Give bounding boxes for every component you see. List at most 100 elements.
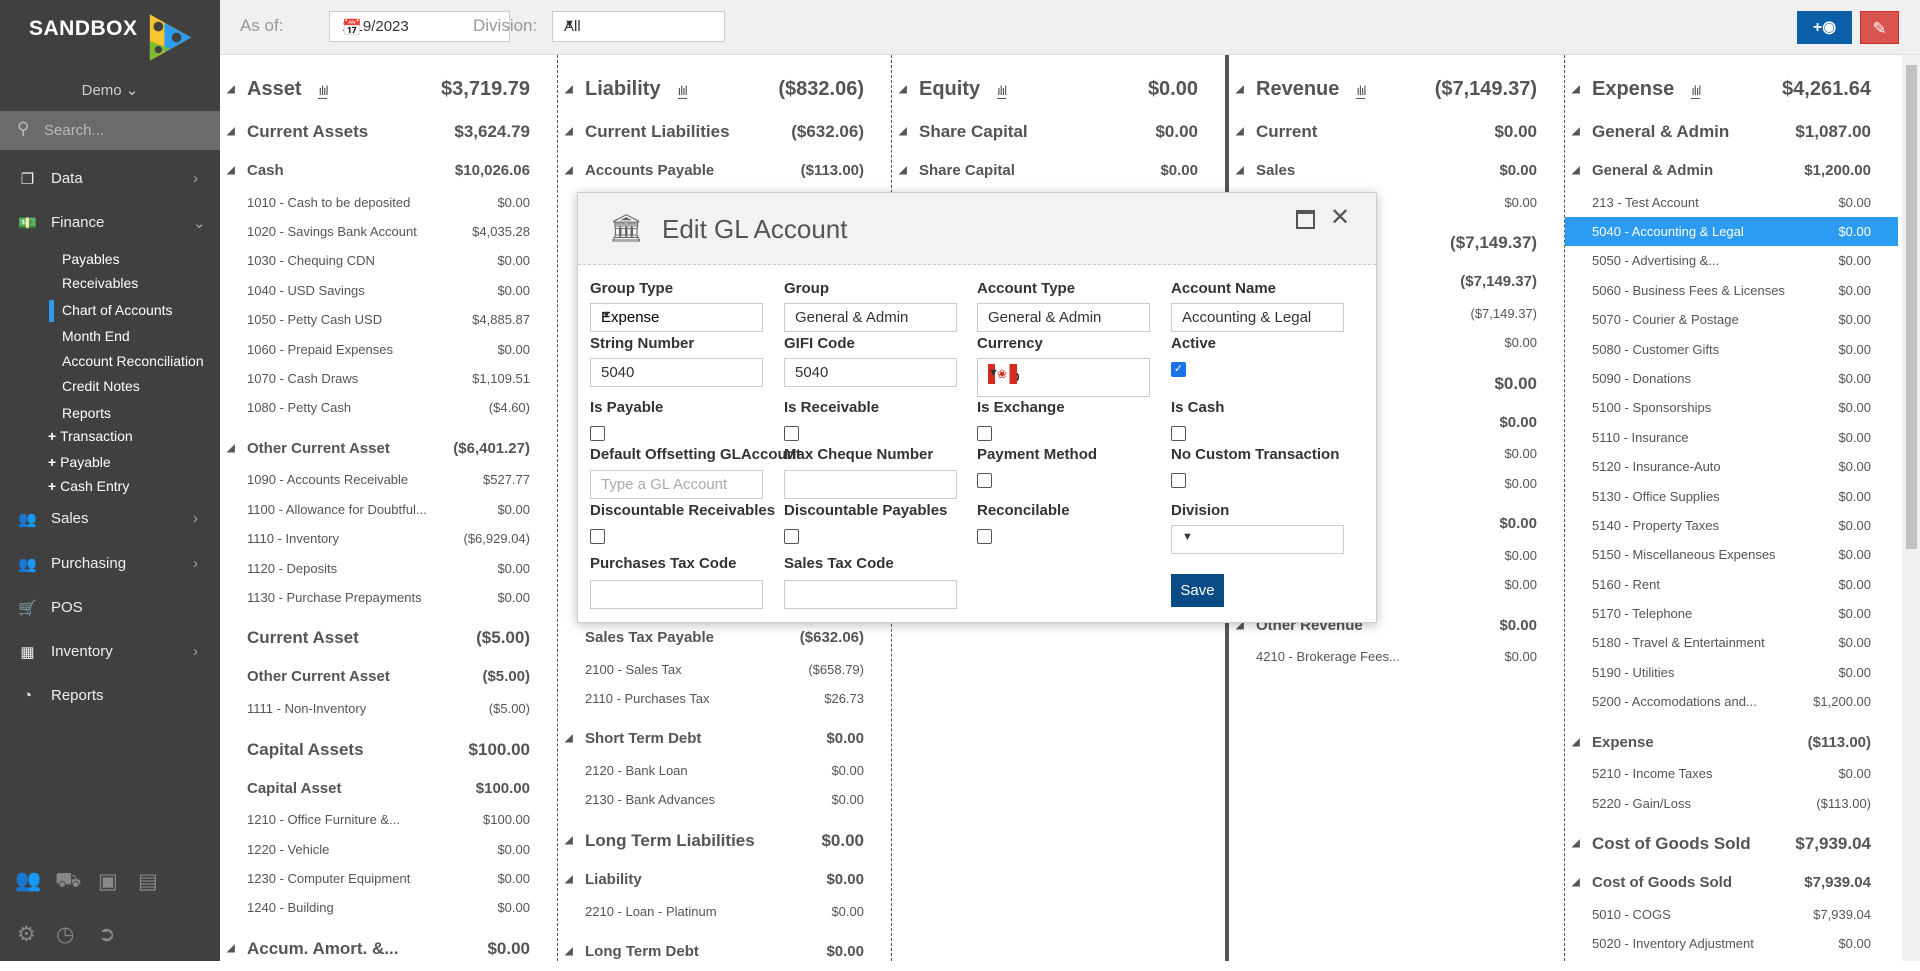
- account-row[interactable]: 2120 - Bank Loan $0.00: [558, 756, 891, 785]
- group-row[interactable]: ◢ Share Capital $0.00: [892, 112, 1225, 151]
- finance-menu-cash-entry[interactable]: + Cash Entry: [48, 478, 129, 494]
- is-receivable-checkbox[interactable]: [784, 426, 799, 441]
- scrollbar[interactable]: [1902, 55, 1920, 961]
- group-row[interactable]: ◢ Current Liabilities ($632.06): [558, 112, 891, 151]
- account-row[interactable]: 2130 - Bank Advances $0.00: [558, 785, 891, 814]
- group-row[interactable]: ◢ Expense ($113.00): [1565, 723, 1898, 762]
- collapse-triangle-icon[interactable]: ◢: [1572, 824, 1580, 863]
- account-row[interactable]: 1090 - Accounts Receivable $527.77: [220, 465, 557, 494]
- truck-icon[interactable]: ⛟: [55, 869, 81, 895]
- finance-menu-month-end[interactable]: Month End: [62, 328, 130, 344]
- account-row[interactable]: 1020 - Savings Bank Account $4,035.28: [220, 217, 557, 246]
- collapse-triangle-icon[interactable]: ◢: [1572, 67, 1580, 112]
- collapse-triangle-icon[interactable]: ◢: [1572, 723, 1580, 762]
- account-row[interactable]: 5110 - Insurance $0.00: [1565, 423, 1898, 452]
- users-icon[interactable]: 👥: [15, 869, 41, 893]
- account-row[interactable]: 5060 - Business Fees & Licenses $0.00: [1565, 276, 1898, 305]
- disc-receivables-checkbox[interactable]: [590, 529, 605, 544]
- account-row[interactable]: 5040 - Accounting & Legal $0.00: [1565, 217, 1898, 247]
- account-row[interactable]: 2100 - Sales Tax ($658.79): [558, 655, 891, 684]
- nav-item-inventory[interactable]: ▦ Inventory ›: [0, 643, 220, 665]
- close-icon[interactable]: ✕: [1330, 203, 1350, 232]
- finance-menu-chart-of-accounts[interactable]: Chart of Accounts: [62, 302, 173, 318]
- account-name-input[interactable]: Accounting & Legal: [1171, 303, 1344, 332]
- add-account-button[interactable]: +◉: [1797, 11, 1852, 44]
- search-input[interactable]: ⚲ Search...: [0, 111, 220, 150]
- division-select[interactable]: All ▼: [552, 11, 725, 42]
- account-row[interactable]: 2210 - Loan - Platinum $0.00: [558, 897, 891, 926]
- account-row[interactable]: 5130 - Office Supplies $0.00: [1565, 482, 1898, 511]
- edit-button[interactable]: ✎: [1860, 11, 1899, 44]
- group-row[interactable]: ◢ Other Current Asset ($6,401.27): [220, 429, 557, 468]
- collapse-triangle-icon[interactable]: ◢: [1572, 863, 1580, 902]
- account-row[interactable]: 5140 - Property Taxes $0.00: [1565, 511, 1898, 540]
- group-row[interactable]: ◢ Current Assets $3,624.79: [220, 112, 557, 151]
- group-row[interactable]: ◢ Revenue ılıl ($7,149.37): [1229, 67, 1564, 112]
- finance-menu-transaction[interactable]: + Transaction: [48, 428, 133, 444]
- account-row[interactable]: 5180 - Travel & Entertainment $0.00: [1565, 628, 1898, 657]
- finance-menu-payable[interactable]: + Payable: [48, 454, 111, 470]
- account-row[interactable]: 5150 - Miscellaneous Expenses $0.00: [1565, 540, 1898, 569]
- payment-method-checkbox[interactable]: [977, 473, 992, 488]
- account-row[interactable]: 1050 - Petty Cash USD $4,885.87: [220, 305, 557, 334]
- collapse-triangle-icon[interactable]: ◢: [565, 112, 573, 151]
- finance-menu-account-reconciliation[interactable]: Account Reconciliation: [62, 353, 204, 369]
- account-row[interactable]: 1070 - Cash Draws $1,109.51: [220, 364, 557, 393]
- collapse-triangle-icon[interactable]: ◢: [565, 67, 573, 112]
- collapse-triangle-icon[interactable]: ◢: [899, 112, 907, 151]
- account-row[interactable]: 2110 - Purchases Tax $26.73: [558, 684, 891, 713]
- gear-icon[interactable]: ⚙: [17, 922, 36, 947]
- nav-item-data[interactable]: ❐ Data ›: [0, 170, 220, 192]
- collapse-triangle-icon[interactable]: ◢: [1236, 67, 1244, 112]
- is-payable-checkbox[interactable]: [590, 426, 605, 441]
- account-row[interactable]: 5090 - Donations $0.00: [1565, 364, 1898, 393]
- group-row[interactable]: ◢ Expense ılıl $4,261.64: [1565, 67, 1898, 112]
- account-row[interactable]: 1040 - USD Savings $0.00: [220, 276, 557, 305]
- logo[interactable]: SANDBOX: [29, 17, 138, 41]
- account-row[interactable]: 5170 - Telephone $0.00: [1565, 599, 1898, 628]
- collapse-triangle-icon[interactable]: ◢: [565, 719, 573, 758]
- group-row[interactable]: Capital Assets $100.00: [220, 730, 557, 769]
- account-row[interactable]: 1110 - Inventory ($6,929.04): [220, 524, 557, 553]
- nav-item-sales[interactable]: 👥 Sales ›: [0, 510, 220, 532]
- account-row[interactable]: 5100 - Sponsorships $0.00: [1565, 393, 1898, 422]
- collapse-triangle-icon[interactable]: ◢: [565, 151, 573, 190]
- bar-chart-icon[interactable]: ılıl: [677, 83, 688, 99]
- group-row[interactable]: ◢ Accum. Amort. &... $0.00: [220, 929, 557, 968]
- group-row[interactable]: ◢ Cash $10,026.06: [220, 151, 557, 190]
- account-row[interactable]: 5120 - Insurance-Auto $0.00: [1565, 452, 1898, 481]
- group-row[interactable]: Current Asset ($5.00): [220, 618, 557, 657]
- sales-tax-input[interactable]: [784, 580, 957, 609]
- account-row[interactable]: 1120 - Deposits $0.00: [220, 554, 557, 583]
- nav-item-finance[interactable]: 💵 Finance ⌄: [0, 214, 220, 236]
- collapse-triangle-icon[interactable]: ◢: [227, 67, 235, 112]
- group-row[interactable]: ◢ General & Admin $1,087.00: [1565, 112, 1898, 151]
- group-row[interactable]: ◢ Long Term Debt $0.00: [558, 932, 891, 971]
- nav-item-reports[interactable]: ◔ Reports: [0, 687, 220, 709]
- collapse-triangle-icon[interactable]: ◢: [565, 821, 573, 860]
- string-number-input[interactable]: 5040: [590, 358, 763, 387]
- collapse-triangle-icon[interactable]: ◢: [1572, 151, 1580, 190]
- group-row[interactable]: ◢ Current $0.00: [1229, 112, 1564, 151]
- account-row[interactable]: 1210 - Office Furniture &... $100.00: [220, 805, 557, 834]
- account-row[interactable]: 5220 - Gain/Loss ($113.00): [1565, 789, 1898, 818]
- nav-item-pos[interactable]: 🛒 POS: [0, 599, 220, 621]
- clock-icon[interactable]: ◷: [56, 922, 74, 947]
- collapse-triangle-icon[interactable]: ◢: [565, 860, 573, 899]
- group-row[interactable]: ◢ Equity ılıl $0.00: [892, 67, 1225, 112]
- group-row[interactable]: Sales Tax Payable ($632.06): [558, 618, 891, 657]
- maximize-icon[interactable]: [1296, 210, 1315, 229]
- account-row[interactable]: 5020 - Inventory Adjustment $0.00: [1565, 929, 1898, 958]
- account-row[interactable]: 1240 - Building $0.00: [220, 893, 557, 922]
- account-row[interactable]: 1130 - Purchase Prepayments $0.00: [220, 583, 557, 612]
- account-row[interactable]: 1220 - Vehicle $0.00: [220, 835, 557, 864]
- account-type-input[interactable]: General & Admin: [977, 303, 1150, 332]
- account-row[interactable]: 5160 - Rent $0.00: [1565, 570, 1898, 599]
- division-select[interactable]: ▼: [1171, 525, 1344, 554]
- group-row[interactable]: ◢ Accounts Payable ($113.00): [558, 151, 891, 190]
- group-row[interactable]: ◢ Liability $0.00: [558, 860, 891, 899]
- group-row[interactable]: ◢ Asset ılıl $3,719.79: [220, 67, 557, 112]
- reconcilable-checkbox[interactable]: [977, 529, 992, 544]
- collapse-triangle-icon[interactable]: ◢: [227, 929, 235, 968]
- account-row[interactable]: 5070 - Courier & Postage $0.00: [1565, 305, 1898, 334]
